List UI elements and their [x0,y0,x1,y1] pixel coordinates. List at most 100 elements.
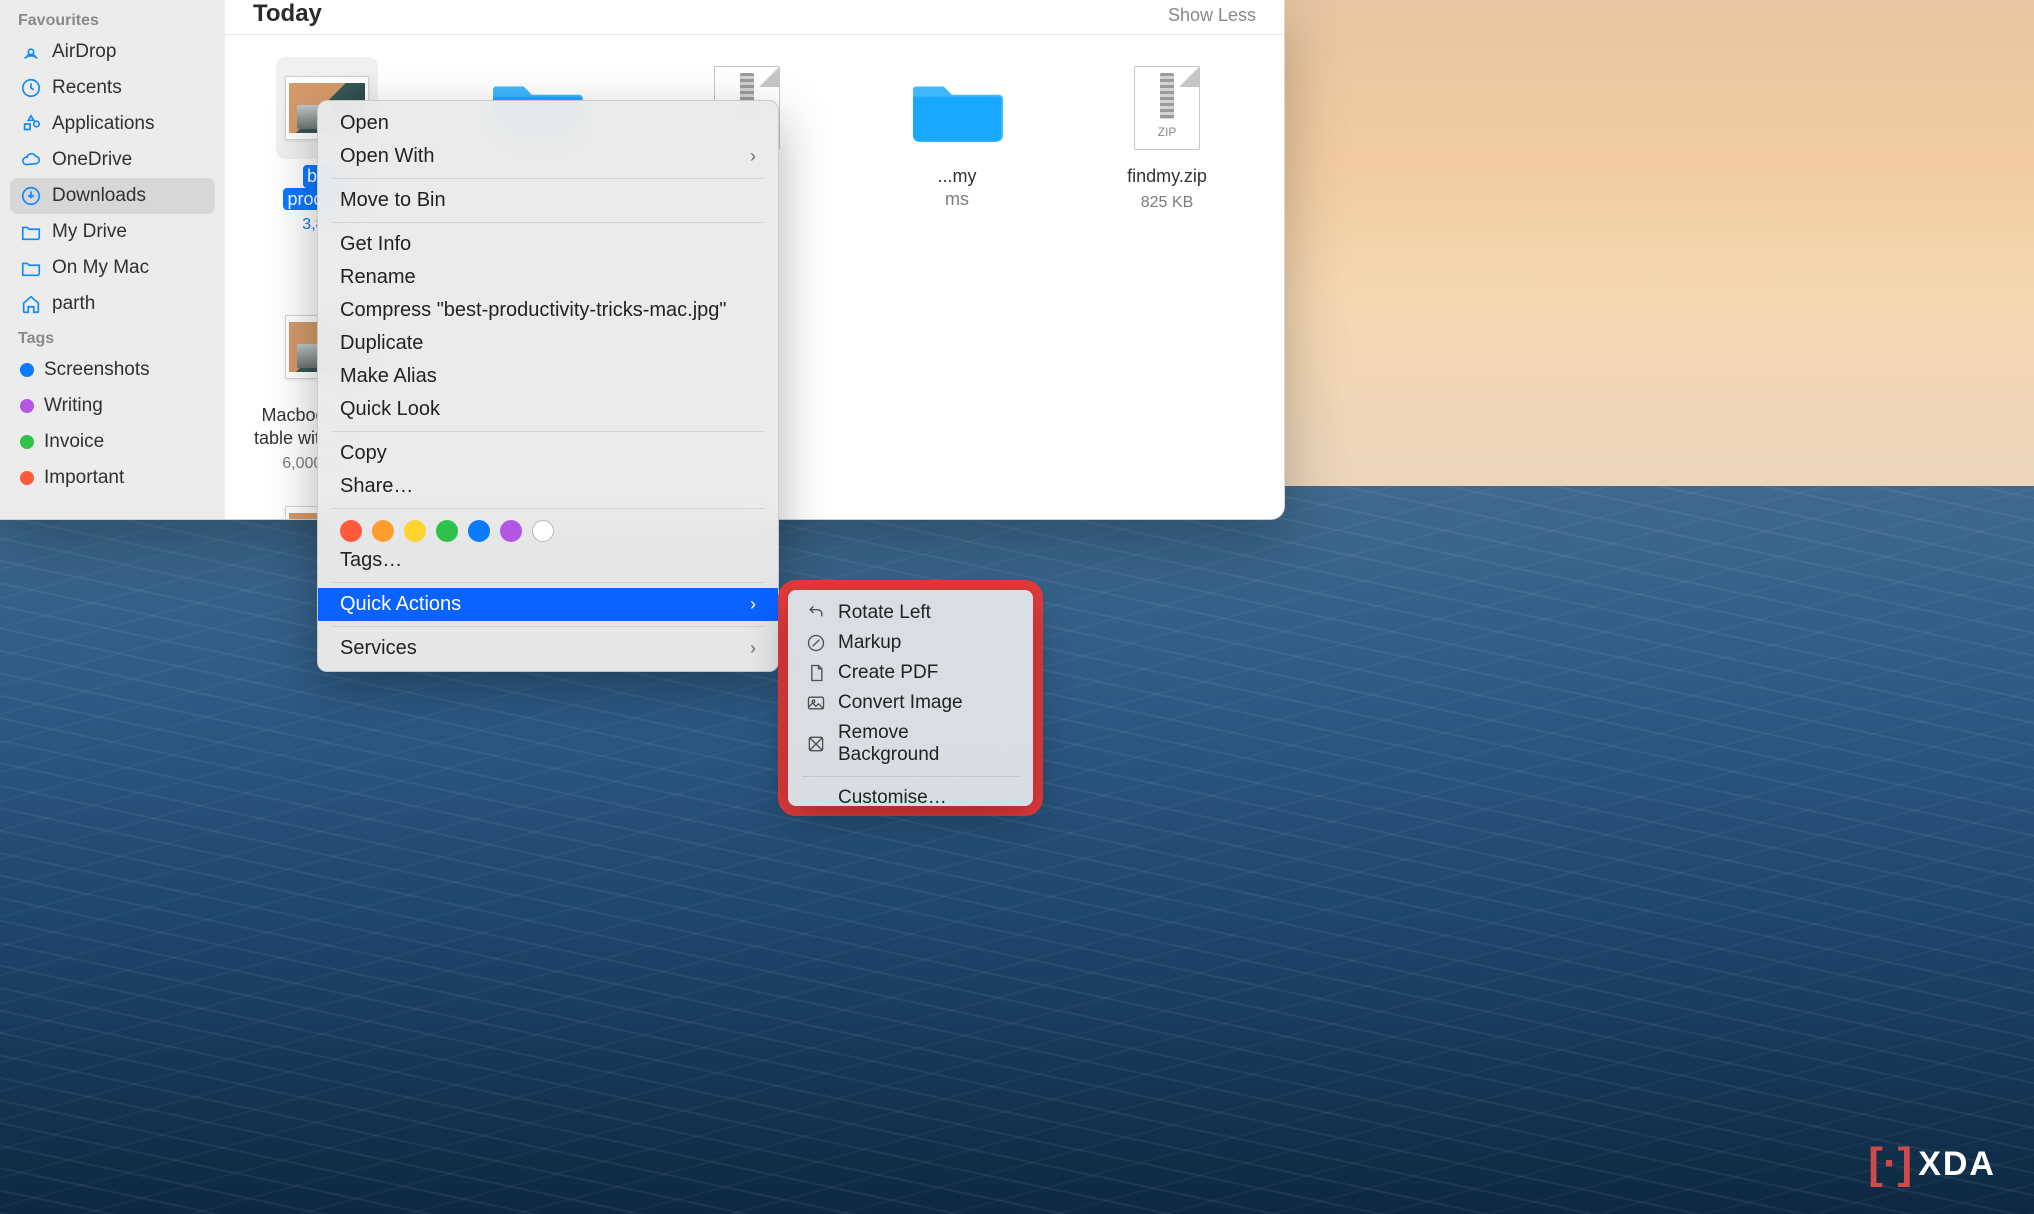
file-thumbnail: ZIP [1116,57,1218,159]
submenu-markup[interactable]: Markup [788,628,1033,658]
sidebar-item-applications[interactable]: Applications [10,106,215,142]
menu-separator [332,178,764,179]
sidebar-item-airdrop[interactable]: AirDrop [10,34,215,70]
chevron-right-icon: › [750,594,756,615]
applications-icon [20,113,42,135]
tag-color-green[interactable] [436,520,458,542]
sidebar-label: parth [52,293,95,315]
section-title: Today [253,0,322,28]
submenu-separator [802,776,1019,777]
sidebar-label: OneDrive [52,149,132,171]
sidebar-tag-invoice[interactable]: Invoice [10,424,215,460]
chevron-right-icon: › [750,146,756,167]
zip-icon: ZIP [1134,66,1200,150]
submenu-remove-background[interactable]: Remove Background [788,718,1033,770]
show-less-button[interactable]: Show Less [1168,5,1256,26]
menu-separator [332,626,764,627]
menu-open[interactable]: Open [318,107,778,140]
menu-make-alias[interactable]: Make Alias [318,360,778,393]
sidebar-label: Invoice [44,431,104,453]
submenu-customise[interactable]: Customise… [788,783,1033,813]
submenu-create-pdf[interactable]: Create PDF [788,658,1033,688]
sidebar-item-on-my-mac[interactable]: On My Mac [10,250,215,286]
sidebar-heading-tags: Tags [10,322,215,352]
menu-quick-actions[interactable]: Quick Actions› [318,588,778,621]
clock-icon [20,77,42,99]
menu-quick-look[interactable]: Quick Look [318,393,778,426]
menu-compress[interactable]: Compress "best-productivity-tricks-mac.j… [318,294,778,327]
menu-get-info[interactable]: Get Info [318,228,778,261]
folder-icon [911,70,1003,146]
folder-icon [20,257,42,279]
sidebar-label: Writing [44,395,103,417]
home-icon [20,293,42,315]
chevron-right-icon: › [750,638,756,659]
sidebar-item-recents[interactable]: Recents [10,70,215,106]
xda-watermark: [·] XDA [1868,1142,1996,1186]
sidebar-label: Screenshots [44,359,150,381]
sidebar-label: My Drive [52,221,127,243]
sidebar-heading-favourites: Favourites [10,4,215,34]
file-name: findmy.zip [1127,165,1207,188]
quick-actions-submenu-highlight: Rotate Left Markup Create PDF Convert Im… [778,580,1043,816]
menu-separator [332,222,764,223]
section-header-today: Today Show Less [225,0,1284,35]
folder-icon [20,221,42,243]
tag-color-blue[interactable] [468,520,490,542]
tag-color-red[interactable] [340,520,362,542]
sidebar-label: Downloads [52,185,146,207]
sidebar-tag-writing[interactable]: Writing [10,388,215,424]
menu-separator [332,508,764,509]
menu-tag-colors [318,514,778,544]
file-thumbnail [906,57,1008,159]
rotate-left-icon [806,603,826,623]
sidebar-item-home[interactable]: parth [10,286,215,322]
submenu-rotate-left[interactable]: Rotate Left [788,598,1033,628]
menu-services[interactable]: Services› [318,632,778,665]
tag-color-orange[interactable] [372,520,394,542]
tag-dot-icon [20,471,34,485]
submenu-convert-image[interactable]: Convert Image [788,688,1033,718]
menu-open-with[interactable]: Open With› [318,140,778,173]
finder-sidebar: Favourites AirDrop Recents Applications … [0,0,225,519]
sidebar-label: AirDrop [52,41,116,63]
sidebar-item-my-drive[interactable]: My Drive [10,214,215,250]
menu-share[interactable]: Share… [318,470,778,503]
tag-dot-icon [20,435,34,449]
tag-dot-icon [20,363,34,377]
sidebar-label: On My Mac [52,257,149,279]
tag-dot-icon [20,399,34,413]
menu-duplicate[interactable]: Duplicate [318,327,778,360]
remove-bg-icon [806,734,826,754]
airdrop-icon [20,41,42,63]
file-name: ...my ms [938,165,977,210]
tag-color-yellow[interactable] [404,520,426,542]
file-item[interactable]: ...my ms [883,57,1031,234]
sidebar-label: Applications [52,113,154,135]
xda-bracket-icon: [·] [1868,1142,1912,1186]
sidebar-item-onedrive[interactable]: OneDrive [10,142,215,178]
tag-color-none[interactable] [532,520,554,542]
file-item[interactable]: ZIP findmy.zip 825 KB [1093,57,1241,234]
markup-icon [806,633,826,653]
sidebar-item-downloads[interactable]: Downloads [10,178,215,214]
image-icon [806,693,826,713]
menu-tags[interactable]: Tags… [318,544,778,577]
download-icon [20,185,42,207]
document-icon [806,663,826,683]
menu-separator [332,431,764,432]
menu-separator [332,582,764,583]
quick-actions-submenu: Rotate Left Markup Create PDF Convert Im… [788,590,1033,806]
tag-color-purple[interactable] [500,520,522,542]
xda-text: XDA [1918,1145,1996,1184]
sidebar-label: Important [44,467,124,489]
context-menu: Open Open With› Move to Bin Get Info Ren… [317,100,779,672]
sidebar-tag-important[interactable]: Important [10,460,215,496]
menu-rename[interactable]: Rename [318,261,778,294]
file-meta: 825 KB [1141,194,1193,212]
sidebar-label: Recents [52,77,122,99]
menu-copy[interactable]: Copy [318,437,778,470]
sidebar-tag-screenshots[interactable]: Screenshots [10,352,215,388]
menu-move-to-bin[interactable]: Move to Bin [318,184,778,217]
cloud-icon [20,149,42,171]
